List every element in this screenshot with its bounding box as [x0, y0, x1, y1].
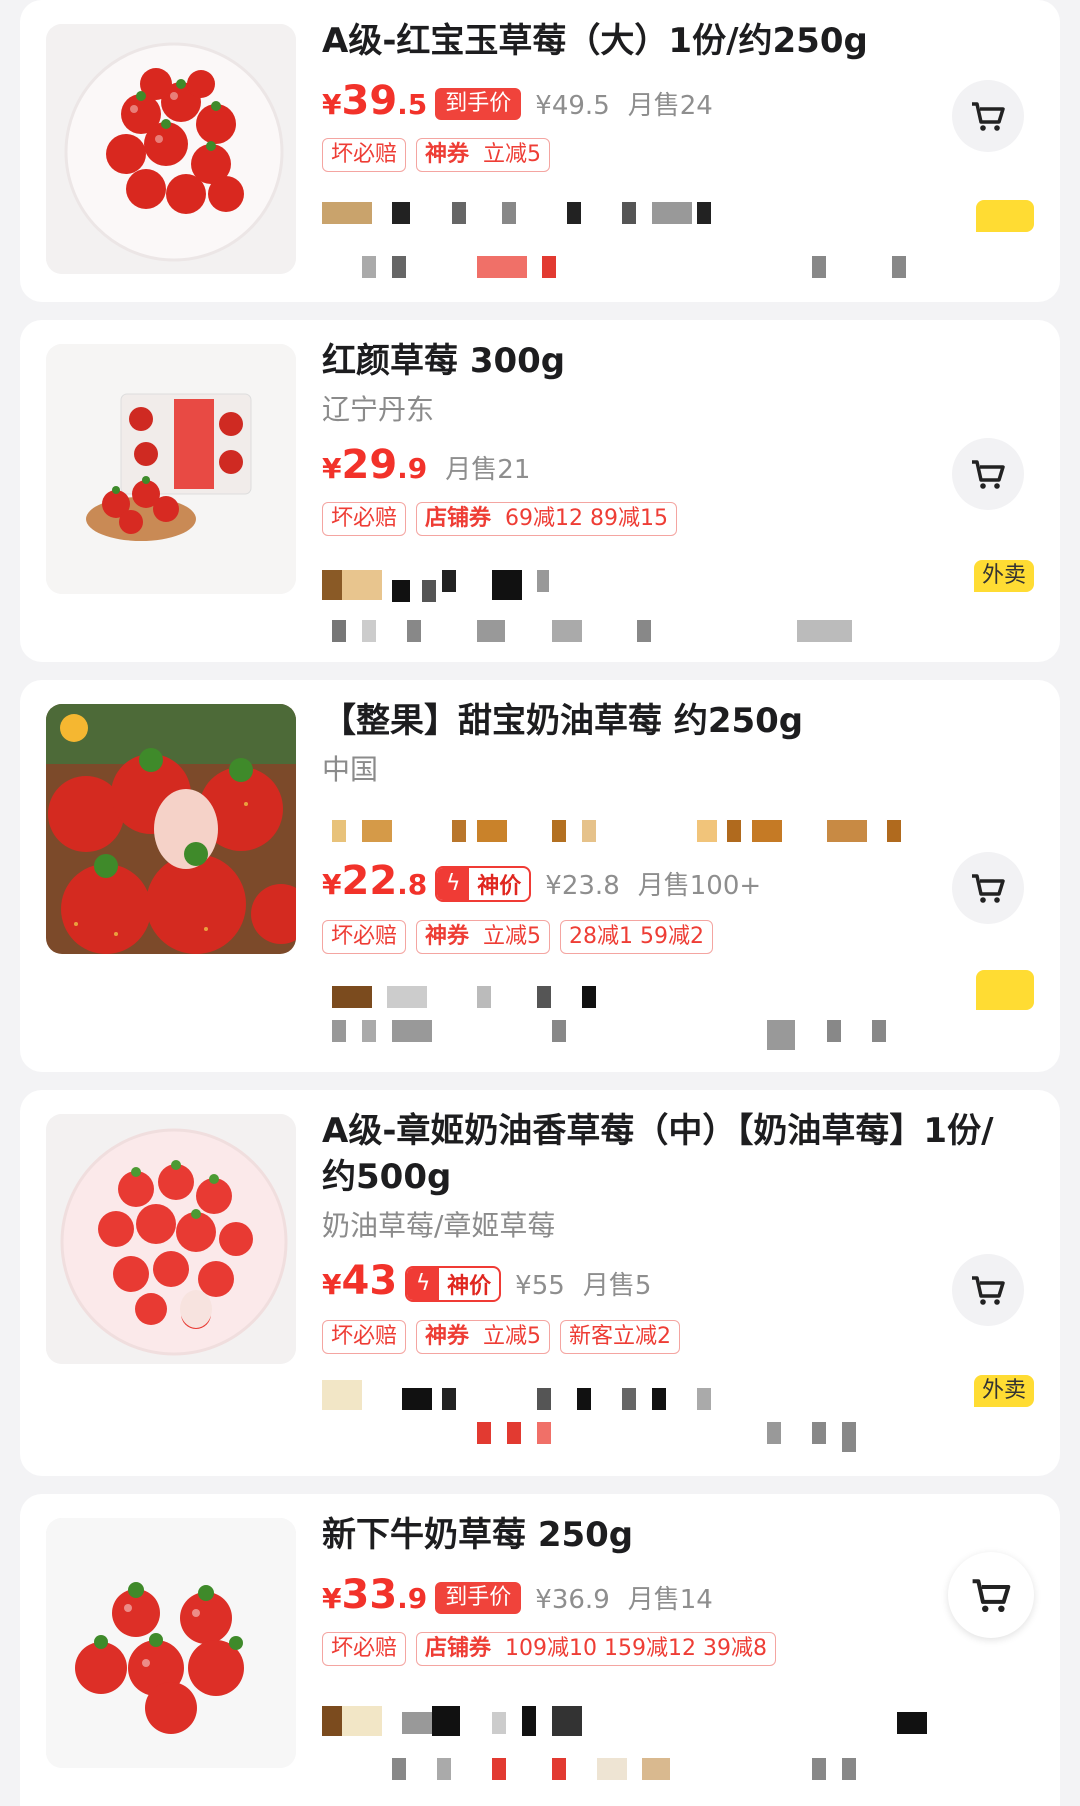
- discount-badge[interactable]: 新客立减2: [560, 1319, 681, 1354]
- product-origin: 奶油草莓/章姬草莓: [322, 1209, 556, 1242]
- promo-tags: 坏必赔 神券 立减5 28减1 59减2: [322, 919, 761, 954]
- blurred-detail-row: [322, 1706, 932, 1736]
- product-info: 【整果】甜宝奶油草莓 约250g 中国: [322, 698, 910, 788]
- add-to-cart-button[interactable]: [948, 1552, 1034, 1638]
- product-info: 新下牛奶草莓 250g ¥33.9 到手价 ¥36.9 月售14 坏必赔 店铺券…: [322, 1512, 910, 1666]
- strawberry-closeup-image: [46, 704, 296, 954]
- product-image[interactable]: [46, 704, 296, 954]
- cart-icon: [972, 1579, 1011, 1613]
- product-title[interactable]: A级-章姬奶油香草莓（中）【奶油草莓】1份/约500g: [322, 1108, 1000, 1200]
- promo-tags: 坏必赔 店铺券 69减12 89减15: [322, 502, 910, 536]
- coupon-badge[interactable]: 神券 立减5: [416, 138, 551, 172]
- price-row: ¥43 ϟ 神价 ¥55 月售5: [322, 1258, 1000, 1306]
- product-image[interactable]: [46, 24, 296, 274]
- product-card[interactable]: 新下牛奶草莓 250g ¥33.9 到手价 ¥36.9 月售14 坏必赔 店铺券…: [20, 1494, 1060, 1806]
- coupon-badge[interactable]: 店铺券 109减10 159减12 39减8: [416, 1632, 776, 1666]
- cart-icon: [972, 874, 1005, 903]
- guarantee-badge: 坏必赔: [322, 1319, 407, 1354]
- product-card[interactable]: 红颜草莓 300g 辽宁丹东 ¥29.9 月售21 坏必赔 店铺券 69减12 8…: [20, 320, 1060, 662]
- takeout-badge: 外卖: [973, 560, 1034, 592]
- discount-badge[interactable]: 28减1 59减2: [560, 919, 714, 954]
- product-image[interactable]: [46, 344, 296, 594]
- cart-icon: [972, 1276, 1005, 1305]
- original-price: ¥49.5: [535, 91, 610, 121]
- blurred-detail-row: [322, 986, 932, 1012]
- product-card[interactable]: A级-章姬奶油香草莓（中）【奶油草莓】1份/约500g 奶油草莓/章姬草莓 ¥4…: [20, 1090, 1060, 1476]
- product-card[interactable]: 【整果】甜宝奶油草莓 约250g 中国 ¥22.8 ϟ 神价 ¥23.8 月售10…: [20, 680, 1060, 1072]
- product-image[interactable]: [46, 1518, 296, 1768]
- takeout-badge: [976, 970, 1034, 1010]
- lightning-icon: ϟ: [437, 867, 470, 900]
- coupon-badge[interactable]: 神券 立减5: [416, 919, 551, 954]
- blurred-detail-row: [322, 202, 932, 228]
- original-price: ¥36.9: [535, 1585, 610, 1615]
- product-title[interactable]: 红颜草莓 300g: [322, 338, 910, 384]
- product-info: A级-红宝玉草莓（大）1份/约250g ¥39.5 到手价 ¥49.5 月售24…: [322, 18, 910, 172]
- price: ¥33.9: [322, 1572, 428, 1618]
- price-row: ¥22.8 ϟ 神价 ¥23.8 月售100+: [322, 858, 761, 906]
- price-row: ¥33.9 到手价 ¥36.9 月售14: [322, 1572, 910, 1618]
- guarantee-badge: 坏必赔: [322, 502, 407, 536]
- product-title[interactable]: 【整果】甜宝奶油草莓 约250g: [322, 698, 910, 744]
- cart-icon: [972, 102, 1005, 131]
- add-to-cart-button[interactable]: [952, 852, 1024, 924]
- coupon-badge[interactable]: 神券 立减5: [416, 1319, 551, 1354]
- strawberry-pile-image: [46, 1518, 296, 1768]
- product-origin: 中国: [322, 753, 379, 786]
- blurred-detail-row: [322, 256, 932, 282]
- blurred-detail-row: [322, 620, 932, 646]
- final-price-tag: 到手价: [435, 88, 522, 120]
- original-price: ¥23.8: [545, 871, 620, 901]
- final-price-tag: 到手价: [435, 1582, 522, 1614]
- product-info: A级-章姬奶油香草莓（中）【奶油草莓】1份/约500g 奶油草莓/章姬草莓 ¥4…: [322, 1108, 1000, 1354]
- blurred-detail-row: [322, 570, 932, 602]
- flash-price-tag: ϟ 神价: [435, 865, 532, 902]
- product-image[interactable]: [46, 1114, 296, 1364]
- monthly-sales: 月售100+: [637, 871, 762, 901]
- product-title[interactable]: 新下牛奶草莓 250g: [322, 1512, 910, 1558]
- product-origin: 辽宁丹东: [322, 393, 435, 426]
- price-row: ¥39.5 到手价 ¥49.5 月售24: [322, 78, 910, 124]
- original-price: ¥55: [515, 1271, 565, 1301]
- price-block: ¥22.8 ϟ 神价 ¥23.8 月售100+ 坏必赔 神券 立减5 28减1 59…: [322, 858, 761, 954]
- price: ¥39.5: [322, 78, 428, 124]
- takeout-badge: 外卖: [973, 1375, 1034, 1407]
- blurred-detail-row: [322, 820, 932, 846]
- price: ¥29.9: [322, 442, 428, 488]
- flash-price-tag: ϟ 神价: [405, 1265, 502, 1302]
- lightning-icon: ϟ: [407, 1267, 440, 1300]
- add-to-cart-button[interactable]: [952, 1254, 1024, 1326]
- blurred-detail-row: [322, 1758, 932, 1784]
- price-row: ¥29.9 月售21: [322, 442, 910, 488]
- monthly-sales: 月售14: [627, 1585, 713, 1615]
- guarantee-badge: 坏必赔: [322, 1632, 407, 1666]
- guarantee-badge: 坏必赔: [322, 919, 407, 954]
- monthly-sales: 月售5: [582, 1271, 652, 1301]
- monthly-sales: 月售24: [627, 91, 713, 121]
- monthly-sales: 月售21: [445, 455, 531, 485]
- takeout-badge: [976, 200, 1034, 232]
- product-info: 红颜草莓 300g 辽宁丹东 ¥29.9 月售21 坏必赔 店铺券 69减12 8…: [322, 338, 910, 536]
- blurred-detail-row: [322, 1020, 932, 1050]
- promo-tags: 坏必赔 神券 立减5: [322, 138, 910, 172]
- product-title[interactable]: A级-红宝玉草莓（大）1份/约250g: [322, 18, 910, 64]
- promo-tags: 坏必赔 神券 立减5 新客立减2: [322, 1319, 1000, 1354]
- guarantee-badge: 坏必赔: [322, 138, 407, 172]
- strawberry-plate-image: [46, 24, 296, 274]
- blurred-detail-row: [322, 1380, 932, 1410]
- promo-tags: 坏必赔 店铺券 109减10 159减12 39减8: [322, 1632, 910, 1666]
- price: ¥22.8: [322, 858, 428, 904]
- product-card[interactable]: A级-红宝玉草莓（大）1份/约250g ¥39.5 到手价 ¥49.5 月售24…: [20, 0, 1060, 302]
- strawberry-plate-image: [46, 1114, 296, 1364]
- blurred-detail-row: [322, 1422, 932, 1452]
- price: ¥43: [322, 1258, 398, 1304]
- coupon-badge[interactable]: 店铺券 69减12 89减15: [416, 502, 678, 536]
- product-list: A级-红宝玉草莓（大）1份/约250g ¥39.5 到手价 ¥49.5 月售24…: [0, 0, 1080, 1806]
- add-to-cart-button[interactable]: [952, 80, 1024, 152]
- strawberry-box-image: [46, 344, 296, 594]
- cart-icon: [972, 460, 1005, 489]
- add-to-cart-button[interactable]: [952, 438, 1024, 510]
